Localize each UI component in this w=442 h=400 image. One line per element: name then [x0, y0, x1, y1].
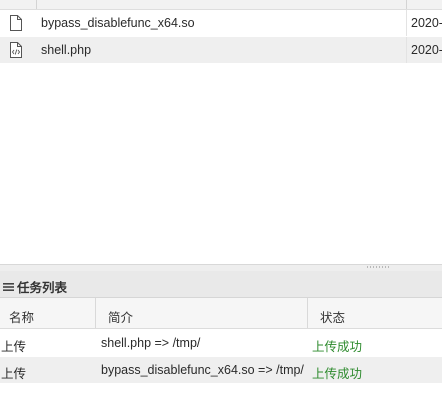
- column-header-desc[interactable]: 简介: [108, 307, 133, 326]
- task-panel-title: 任务列表: [17, 281, 68, 295]
- code-file-icon: [7, 41, 24, 59]
- column-header-name[interactable]: 名称: [9, 307, 34, 326]
- column-divider[interactable]: [307, 298, 308, 328]
- list-icon: [3, 280, 14, 291]
- task-name: 上传: [1, 367, 27, 381]
- file-list: bypass_disablefunc_x64.so 2020- shell.ph…: [0, 0, 442, 264]
- file-date: 2020-: [411, 43, 442, 57]
- column-divider[interactable]: [36, 0, 37, 9]
- column-header-status[interactable]: 状态: [320, 307, 345, 326]
- file-name: shell.php: [41, 43, 92, 57]
- panel-splitter[interactable]: [0, 264, 442, 271]
- task-panel-header: 任务列表: [0, 271, 442, 298]
- task-panel: 任务列表 名称 简介 状态 上传 shell.php => /tmp/ 上传成功…: [0, 271, 442, 400]
- task-row[interactable]: 上传 bypass_disablefunc_x64.so => /tmp/ 上传…: [0, 357, 442, 383]
- task-status: 上传成功: [312, 340, 363, 354]
- column-divider[interactable]: [406, 0, 407, 9]
- file-row[interactable]: bypass_disablefunc_x64.so 2020-: [0, 10, 442, 36]
- drag-grip-icon[interactable]: [367, 266, 389, 268]
- file-list-header-strip: [0, 0, 442, 10]
- file-date: 2020-: [411, 16, 442, 30]
- task-desc: bypass_disablefunc_x64.so => /tmp/: [101, 363, 304, 377]
- column-divider[interactable]: [95, 298, 96, 328]
- file-icon: [7, 14, 24, 32]
- file-name: bypass_disablefunc_x64.so: [41, 16, 195, 30]
- task-name: 上传: [1, 340, 27, 354]
- task-status: 上传成功: [312, 367, 363, 381]
- task-row[interactable]: 上传 shell.php => /tmp/ 上传成功: [0, 330, 442, 356]
- task-desc: shell.php => /tmp/: [101, 336, 201, 350]
- column-divider: [406, 37, 407, 63]
- file-row[interactable]: shell.php 2020-: [0, 37, 442, 63]
- column-divider: [406, 10, 407, 36]
- task-table-header: 名称 简介 状态: [0, 298, 442, 329]
